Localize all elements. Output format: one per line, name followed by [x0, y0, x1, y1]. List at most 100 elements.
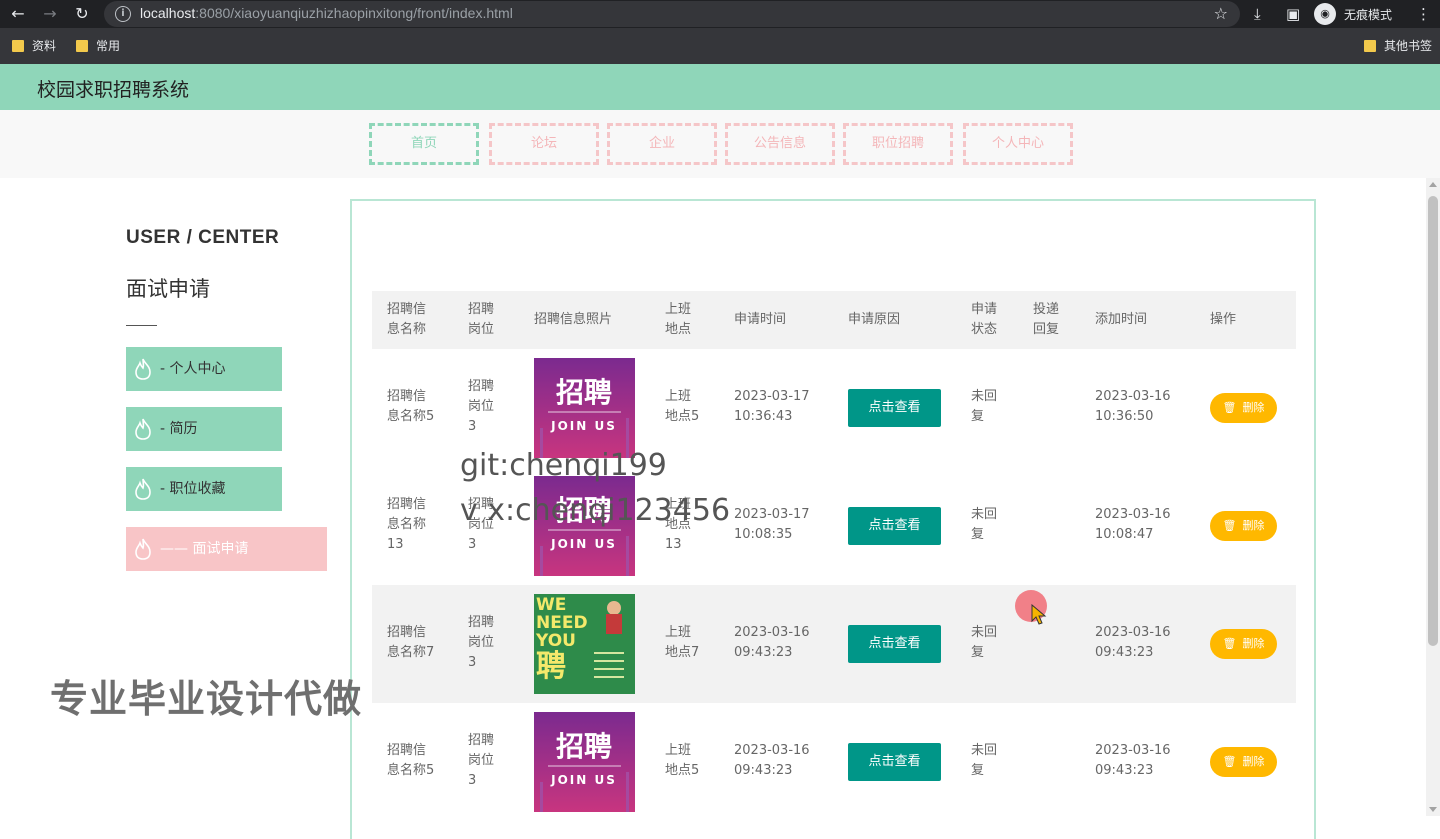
table-row: 招聘信 息名称5 招聘 岗位 3 招聘 JOIN US 上班 地点5 2023-03-16 09:4…: [372, 703, 1296, 821]
incognito-icon[interactable]: ◉: [1314, 3, 1336, 25]
cell-post: 招聘 岗位 3: [468, 379, 495, 434]
svg-text:JOIN US: JOIN US: [550, 537, 617, 551]
folder-icon: [76, 40, 88, 52]
svg-text:JOIN US: JOIN US: [550, 419, 617, 433]
trash-icon: 🗑: [1222, 755, 1237, 768]
trash-icon: 🗑: [1222, 401, 1237, 414]
cell-post: 招聘 岗位 3: [468, 733, 495, 788]
bookmark-folder[interactable]: 资料: [12, 38, 56, 54]
cell-name: 招聘信 息名称5: [387, 743, 435, 778]
address-url: localhost:8080/xiaoyuanqiuzhizhaopinxito…: [140, 5, 513, 21]
th-action: 操作: [1210, 312, 1237, 327]
nav-home[interactable]: 首页: [369, 123, 479, 165]
sidebar-item-label: - 个人中心: [160, 361, 226, 377]
flame-icon: [135, 538, 151, 560]
scroll-down-arrow[interactable]: [1429, 807, 1437, 812]
sidebar-item-interview[interactable]: —— 面试申请: [126, 527, 327, 571]
incognito-label: 无痕模式: [1344, 8, 1393, 22]
back-icon[interactable]: ←: [8, 4, 28, 24]
cell-post: 招聘 岗位 3: [468, 615, 495, 670]
th-apply-time: 申请时间: [734, 312, 787, 327]
th-place: 上班 地点: [665, 302, 692, 337]
delete-label: 删除: [1242, 401, 1265, 414]
cell-add-time: 2023-03-16 09:43:23: [1095, 625, 1171, 660]
cell-apply-time: 2023-03-17 10:36:43: [734, 389, 810, 424]
delete-button[interactable]: 🗑 删除: [1210, 747, 1277, 777]
view-reason-button[interactable]: 点击查看: [848, 507, 941, 545]
delete-label: 删除: [1242, 637, 1265, 650]
nav-jobs[interactable]: 职位招聘: [843, 123, 953, 165]
nav-profile[interactable]: 个人中心: [963, 123, 1073, 165]
sidebar-item-favorites[interactable]: - 职位收藏: [126, 467, 282, 511]
side-panel-icon[interactable]: ▣: [1286, 4, 1300, 24]
th-reason: 申请原因: [848, 312, 901, 327]
th-post: 招聘 岗位: [468, 302, 495, 337]
cell-place: 上班 地点5: [665, 743, 700, 778]
cell-name: 招聘信 息名称7: [387, 625, 435, 660]
sidebar-item-resume[interactable]: - 简历: [126, 407, 282, 451]
sidebar-item-label: - 简历: [160, 421, 198, 437]
cell-apply-time: 2023-03-16 09:43:23: [734, 743, 810, 778]
view-reason-button[interactable]: 点击查看: [848, 389, 941, 427]
cell-apply-time: 2023-03-16 09:43:23: [734, 625, 810, 660]
mouse-cursor-icon: [1031, 604, 1047, 625]
delete-button[interactable]: 🗑 删除: [1210, 511, 1277, 541]
address-bar[interactable]: i localhost:8080/xiaoyuanqiuzhizhaopinxi…: [104, 1, 1240, 27]
bookmarks-bar: 资料 常用 其他书签: [0, 28, 1440, 64]
bookmark-folder[interactable]: 常用: [76, 38, 120, 54]
cell-add-time: 2023-03-16 10:36:50: [1095, 389, 1171, 424]
menu-icon[interactable]: ⋮: [1416, 4, 1431, 24]
cell-place: 上班 地点7: [665, 625, 700, 660]
cell-add-time: 2023-03-16 09:43:23: [1095, 743, 1171, 778]
sidebar-item-profile[interactable]: - 个人中心: [126, 347, 282, 391]
reload-icon[interactable]: ↻: [72, 4, 92, 24]
other-bookmarks[interactable]: 其他书签: [1364, 38, 1432, 54]
site-info-icon[interactable]: i: [115, 6, 131, 22]
sidebar-item-label: —— 面试申请: [160, 541, 249, 557]
sidebar-item-label: - 职位收藏: [160, 481, 226, 497]
bookmark-star-icon[interactable]: ☆: [1214, 4, 1228, 23]
site-title: 校园求职招聘系统: [37, 79, 190, 101]
svg-text:NEED: NEED: [536, 613, 588, 633]
delete-label: 删除: [1242, 519, 1265, 532]
flame-icon: [135, 478, 151, 500]
browser-toolbar: ← → ↻ i localhost:8080/xiaoyuanqiuzhizha…: [0, 0, 1440, 28]
th-add-time: 添加时间: [1095, 312, 1148, 327]
job-poster-image: WE NEED YOU 聘: [534, 594, 635, 694]
svg-text:招聘: 招聘: [556, 376, 612, 409]
table-header: 招聘信 息名称 招聘 岗位 招聘信息照片 上班 地点 申请时间 申请原因 申请 状态 投…: [372, 291, 1296, 349]
cell-status: 未回复: [971, 743, 998, 778]
delete-button[interactable]: 🗑 删除: [1210, 629, 1277, 659]
forward-icon[interactable]: →: [40, 4, 60, 24]
flame-icon: [135, 418, 151, 440]
promo-text: 专业毕业设计代做: [50, 677, 363, 721]
nav-company[interactable]: 企业: [607, 123, 717, 165]
site-header: 校园求职招聘系统: [0, 64, 1440, 110]
folder-icon: [12, 40, 24, 52]
trash-icon: 🗑: [1222, 637, 1237, 650]
view-reason-button[interactable]: 点击查看: [848, 625, 941, 663]
scroll-up-arrow[interactable]: [1429, 182, 1437, 187]
th-reply: 投递 回复: [1033, 302, 1060, 337]
user-center-title: USER / CENTER: [126, 227, 280, 248]
view-reason-button[interactable]: 点击查看: [848, 743, 941, 781]
download-icon[interactable]: ⤓: [1254, 4, 1261, 24]
scrollbar[interactable]: [1426, 178, 1440, 816]
scrollbar-thumb[interactable]: [1428, 196, 1438, 646]
cell-apply-time: 2023-03-17 10:08:35: [734, 507, 810, 542]
section-title: 面试申请: [126, 277, 210, 301]
delete-button[interactable]: 🗑 删除: [1210, 393, 1277, 423]
svg-text:YOU: YOU: [535, 631, 576, 651]
cell-status: 未回复: [971, 625, 998, 660]
svg-text:招聘: 招聘: [556, 730, 612, 763]
cell-add-time: 2023-03-16 10:08:47: [1095, 507, 1171, 542]
svg-text:聘: 聘: [536, 649, 566, 684]
job-poster-image: 招聘 JOIN US: [534, 358, 635, 458]
svg-text:WE: WE: [536, 595, 566, 615]
th-status: 申请 状态: [971, 302, 998, 337]
trash-icon: 🗑: [1222, 519, 1237, 532]
divider: [126, 325, 157, 326]
delete-label: 删除: [1242, 755, 1265, 768]
nav-forum[interactable]: 论坛: [489, 123, 599, 165]
nav-announcements[interactable]: 公告信息: [725, 123, 835, 165]
